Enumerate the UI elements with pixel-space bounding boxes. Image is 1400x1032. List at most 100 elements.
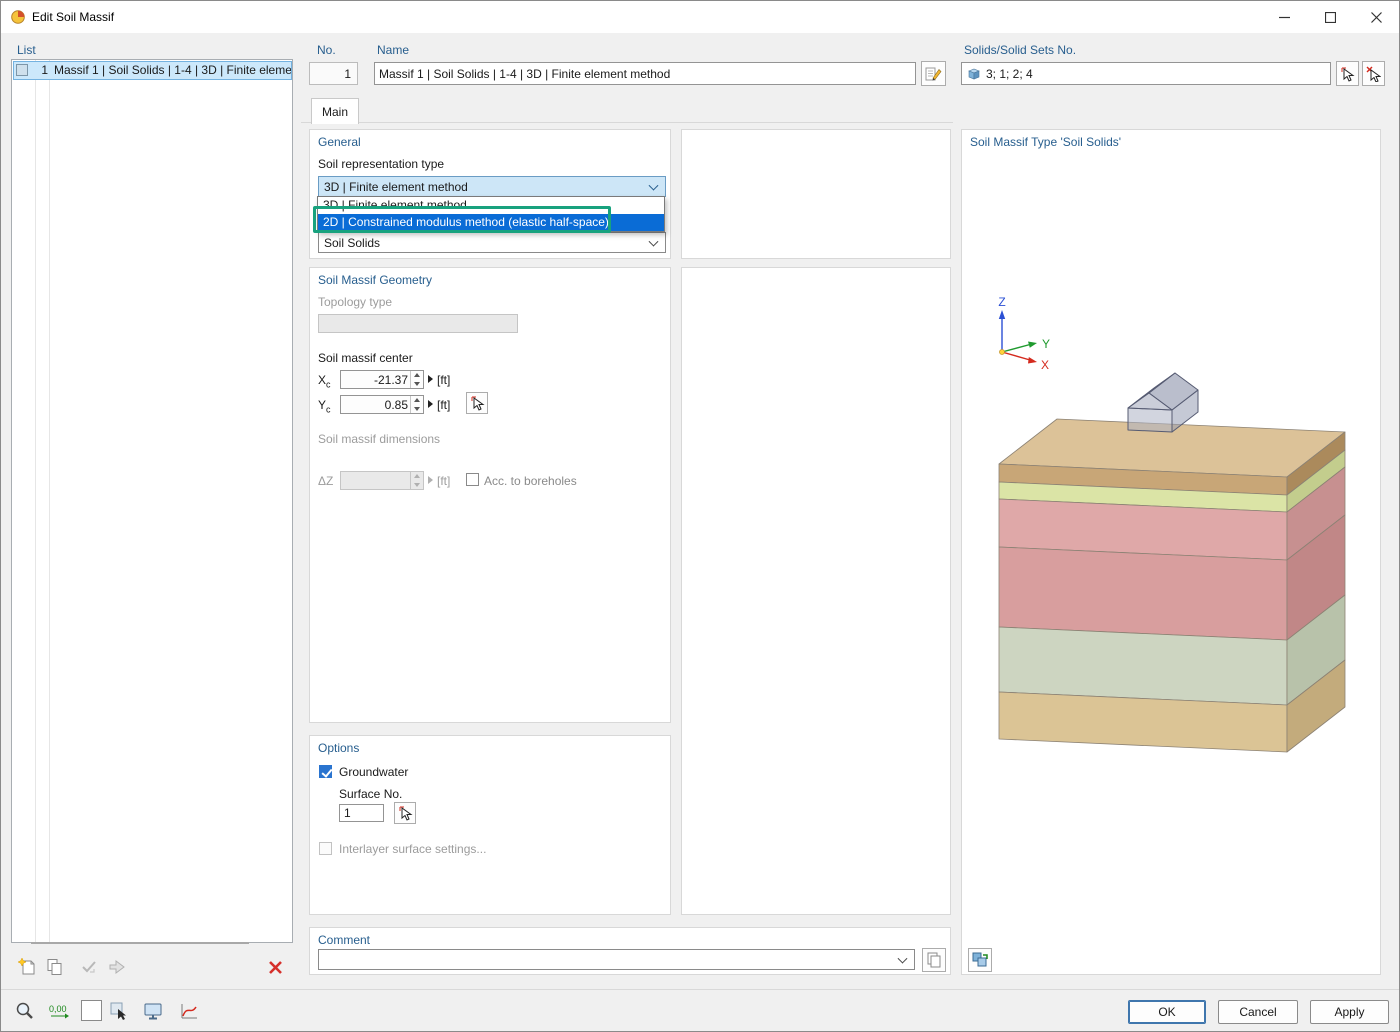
pick-surface-button[interactable] [394,802,416,824]
solids-value: 3; 1; 2; 4 [986,67,1033,81]
magnifier-icon [15,1001,35,1021]
spin-down-icon[interactable] [411,380,423,389]
dz-label: ΔZ [318,474,333,488]
spin-up-icon [411,472,423,481]
empty-panel-top [681,129,951,259]
function-curve-icon [179,1001,199,1021]
titlebar: Edit Soil Massif [1,1,1399,33]
close-icon [1371,12,1382,23]
display-options-button[interactable] [968,948,992,972]
display-box-button[interactable] [81,1000,102,1021]
select-display-icon [109,1001,129,1021]
dimensions-label: Soil massif dimensions [318,432,440,446]
name-label: Name [377,43,409,57]
dz-expand-arrow [428,476,433,484]
xc-field[interactable] [340,370,424,389]
xc-expand-arrow[interactable] [428,375,433,383]
xc-label: Xc [318,373,331,389]
list-splitter[interactable] [31,942,249,944]
geometry-header: Soil Massif Geometry [318,273,432,287]
solids-label: Solids/Solid Sets No. [964,43,1076,57]
groundwater-checkbox[interactable] [319,765,332,778]
boreholes-checkbox[interactable] [466,473,479,486]
comment-combo[interactable] [318,949,915,970]
list-label: List [17,43,36,57]
name-input[interactable] [374,62,916,85]
select-cursor-icon [398,805,413,821]
deselect-solids-button[interactable] [1362,61,1385,86]
window-title: Edit Soil Massif [32,10,114,24]
representation-label: Soil representation type [318,157,444,171]
xc-spinner[interactable] [410,371,423,388]
function-diagram-button[interactable] [177,999,201,1023]
yc-spinner[interactable] [410,396,423,413]
cancel-button[interactable]: Cancel [1218,1000,1298,1024]
surface-no-label: Surface No. [339,787,402,801]
comment-header: Comment [318,933,370,947]
solid-cube-icon [967,67,981,80]
no-label: No. [317,43,336,57]
footer-divider [1,989,1400,990]
spin-down-icon[interactable] [411,405,423,414]
rename-button[interactable] [921,61,946,86]
minimize-button[interactable] [1261,1,1307,33]
new-massif-button[interactable] [15,955,39,979]
center-label: Soil massif center [318,351,413,365]
spin-up-icon[interactable] [411,371,423,380]
solids-field[interactable]: 3; 1; 2; 4 [961,62,1331,85]
delete-massif-button[interactable] [263,955,287,979]
building-model [1128,373,1198,432]
screen-view-button[interactable] [141,999,165,1023]
decimal-places-button[interactable]: 0,00 [47,999,71,1023]
apply-button[interactable]: Apply [1310,1000,1389,1024]
tab-strip: Main [301,98,953,123]
ok-button[interactable]: OK [1128,1000,1206,1024]
surface-no-input[interactable] [339,804,384,822]
general-header: General [318,135,361,149]
list-column-divider [49,60,50,942]
yc-expand-arrow[interactable] [428,400,433,408]
soil-representation-value: 3D | Finite element method [324,180,468,194]
soil-type-combo[interactable]: Soil Solids [318,232,666,253]
empty-panel-middle [681,267,951,915]
yc-input[interactable] [341,396,410,413]
soil-massif-3d-view[interactable]: Z Y X [962,130,1380,974]
check-arrows-icon [79,957,99,977]
list-row-massif-1[interactable]: 1 Massif 1 | Soil Solids | 1-4 | 3D | Fi… [13,61,292,80]
massif-color-swatch [16,64,28,76]
edit-soil-massif-dialog: Edit Soil Massif List 1 Massif 1 | Soil … [0,0,1400,1032]
yc-unit: [ft] [437,398,450,412]
close-button[interactable] [1353,1,1399,33]
apply-selection-button[interactable] [77,955,101,979]
yc-field[interactable] [340,395,424,414]
topology-label: Topology type [318,295,392,309]
pick-center-button[interactable] [466,392,488,414]
tab-main[interactable]: Main [311,98,359,124]
options-header: Options [318,741,359,755]
soil-type-value: Soil Solids [324,236,380,250]
dz-input [341,472,410,489]
dz-spinner [410,472,423,489]
transfer-icon [107,957,127,977]
no-field: 1 [309,62,358,85]
zoom-settings-button[interactable] [13,999,37,1023]
interlayer-checkbox[interactable] [319,842,332,855]
list-column-divider [35,60,36,942]
spin-up-icon[interactable] [411,396,423,405]
maximize-icon [1325,12,1336,23]
tab-main-label: Main [322,105,348,119]
axis-z-label: Z [998,295,1005,309]
app-icon [10,9,26,25]
comment-copy-button[interactable] [922,948,946,972]
row-text: Massif 1 | Soil Solids | 1-4 | 3D | Fini… [54,63,291,77]
maximize-button[interactable] [1307,1,1353,33]
massif-list[interactable]: 1 Massif 1 | Soil Solids | 1-4 | 3D | Fi… [11,59,293,943]
select-related-button[interactable] [105,955,129,979]
annotation-highlight [313,206,611,233]
monitor-icon [143,1001,163,1021]
xc-input[interactable] [341,371,410,388]
select-display-button[interactable] [107,999,131,1023]
select-solids-button[interactable] [1336,61,1359,86]
soil-representation-combo[interactable]: 3D | Finite element method [318,176,666,197]
copy-massif-button[interactable] [43,955,67,979]
